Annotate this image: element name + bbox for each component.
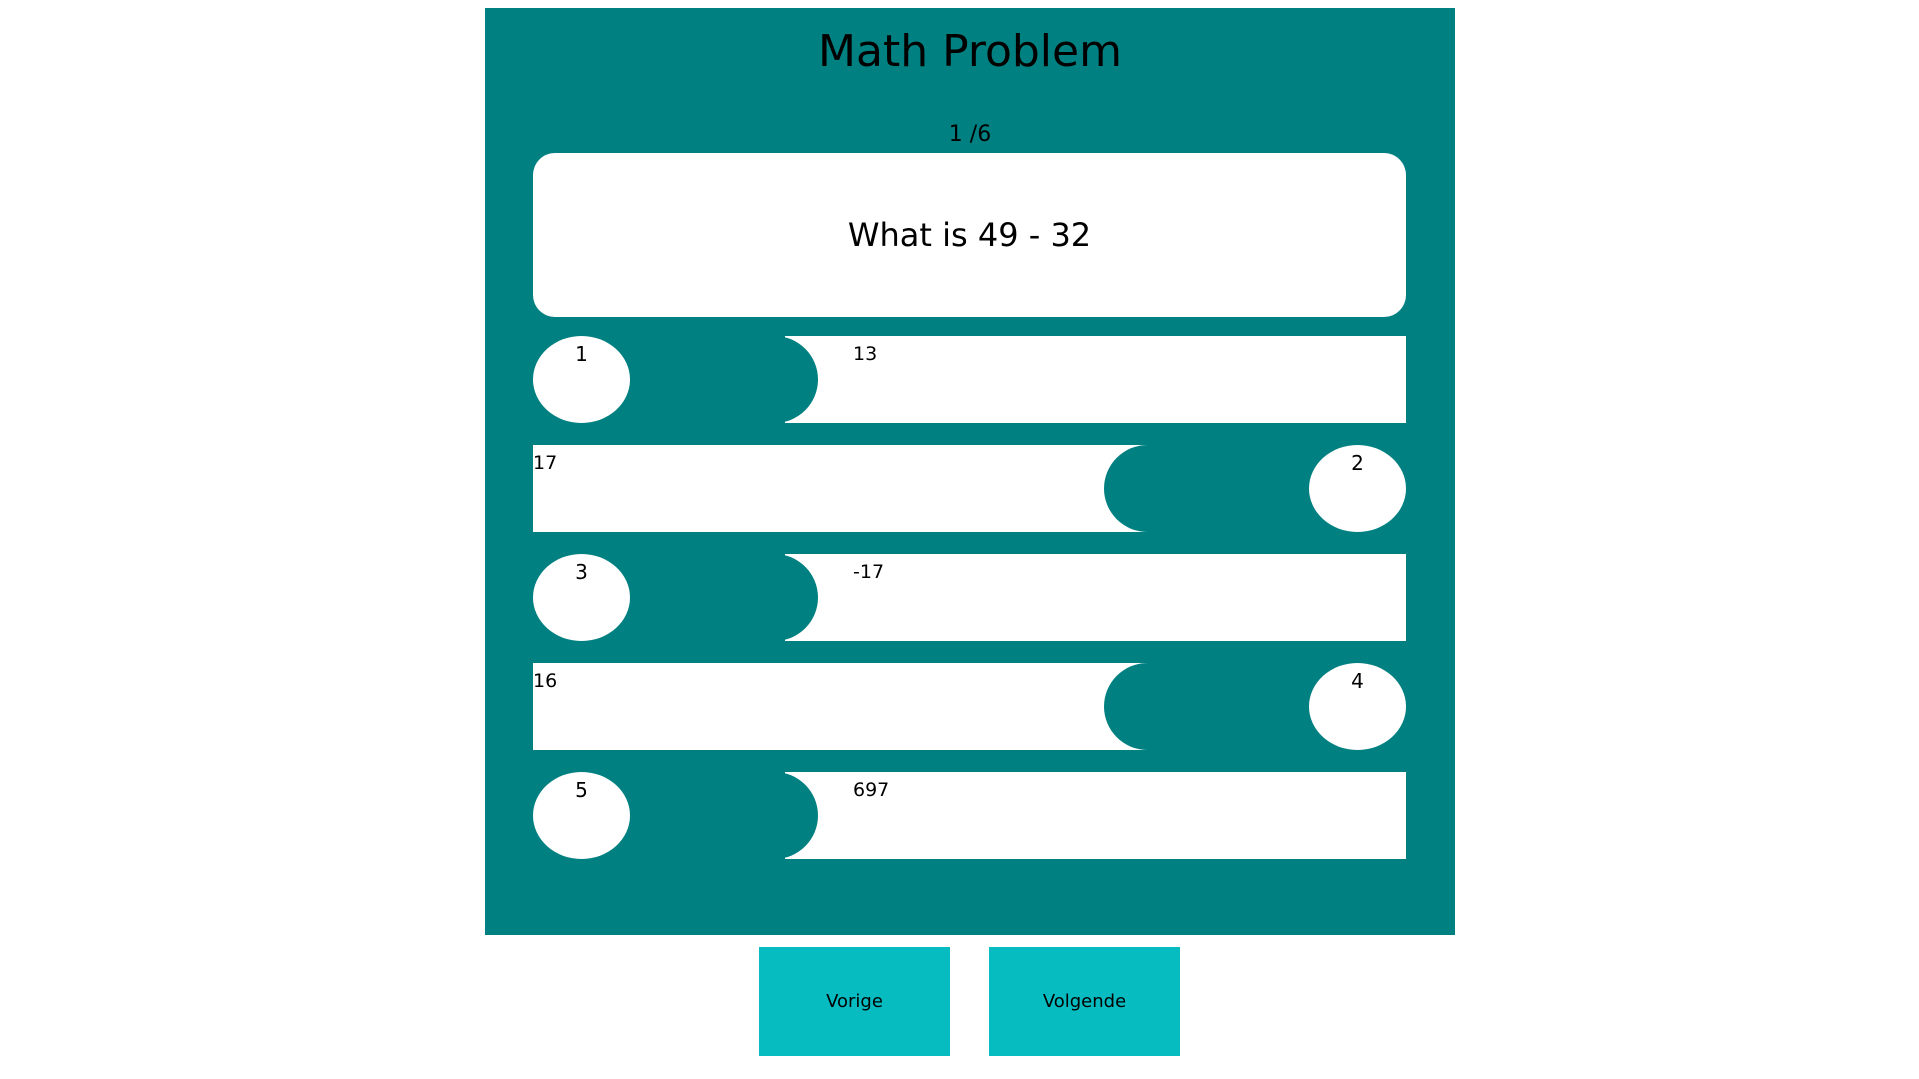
answer-number-badge[interactable]: 3 [533,554,630,641]
answer-text[interactable]: 17 [533,451,557,475]
answer-text[interactable]: 13 [853,342,877,366]
question-text: What is 49 - 32 [847,216,1092,254]
answer-text[interactable]: 16 [533,669,557,693]
answer-bar[interactable] [533,663,1154,750]
answer-option-4[interactable]: 4 16 [533,663,1406,750]
answer-number-badge[interactable]: 5 [533,772,630,859]
answer-option-5[interactable]: 5 697 [533,772,1406,859]
answer-bar[interactable] [785,336,1406,423]
quiz-title: Math Problem [818,26,1122,77]
answer-option-1[interactable]: 1 13 [533,336,1406,423]
previous-button[interactable]: Vorige [759,947,950,1056]
answer-option-3[interactable]: 3 -17 [533,554,1406,641]
next-button[interactable]: Volgende [989,947,1180,1056]
progress-indicator: 1 /6 [948,122,992,147]
answer-text[interactable]: 697 [853,778,889,802]
answer-bar[interactable] [533,445,1154,532]
quiz-panel: Math Problem 1 /6 What is 49 - 32 1 13 2… [485,8,1455,935]
answer-text[interactable]: -17 [853,560,884,584]
answer-number-badge[interactable]: 4 [1309,663,1406,750]
answer-number-badge[interactable]: 1 [533,336,630,423]
question-box: What is 49 - 32 [533,153,1406,317]
answer-number-badge[interactable]: 2 [1309,445,1406,532]
answer-option-2[interactable]: 2 17 [533,445,1406,532]
